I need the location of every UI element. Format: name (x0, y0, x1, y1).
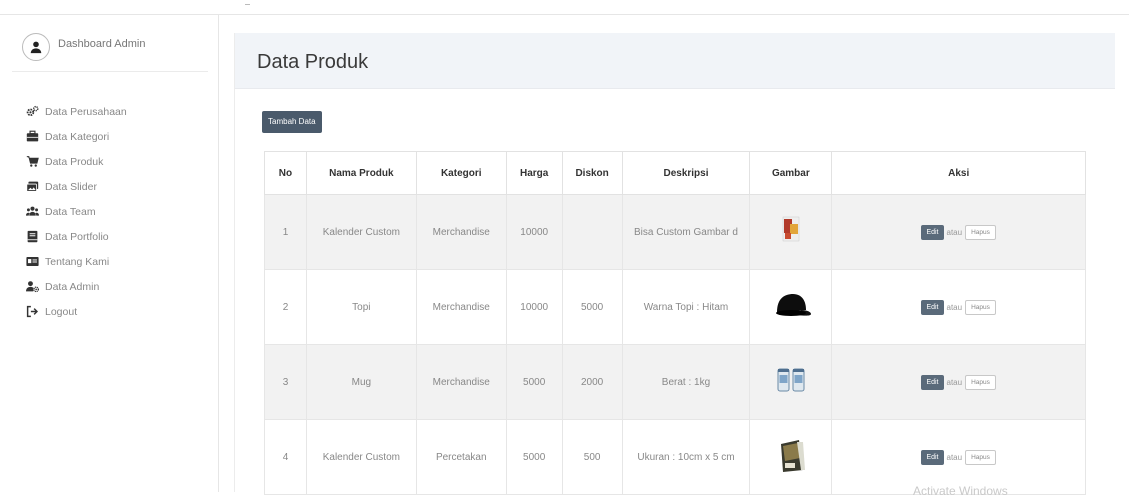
cell-nama-produk: Mug (305, 344, 417, 420)
column-header-deskripsi: Deskripsi (621, 151, 751, 195)
cell-diskon: 500 (561, 419, 623, 495)
cell-deskripsi: Berat : 1kg (621, 344, 751, 420)
sidebar-item-data-perusahaan[interactable]: Data Perusahaan (25, 99, 127, 124)
sidebar-item-label: Logout (45, 305, 78, 318)
sidebar-item-logout[interactable]: Logout (25, 299, 127, 324)
sidebar-item-label: Data Perusahaan (45, 105, 127, 118)
cell-kategori: Merchandise (415, 194, 507, 270)
cell-diskon: 5000 (561, 269, 623, 345)
cell-no: 4 (264, 419, 307, 495)
page-title: Data Produk (257, 51, 369, 73)
cell-no: 2 (264, 269, 307, 345)
table-header-row: No Nama Produk Kategori Harga Diskon Des… (264, 151, 1086, 195)
delete-button[interactable]: Hapus (965, 299, 996, 315)
column-header-nama-produk: Nama Produk (305, 151, 417, 195)
column-header-diskon: Diskon (561, 151, 623, 195)
desk-calendar-product-image (780, 439, 805, 472)
edit-button[interactable]: Edit (921, 299, 944, 315)
sidebar-title: Dashboard Admin (58, 38, 146, 50)
cell-deskripsi: Warna Topi : Hitam (621, 269, 751, 345)
cell-harga: 10000 (505, 269, 563, 345)
cell-diskon: 2000 (561, 344, 623, 420)
user-cog-icon (25, 280, 40, 294)
page-title-bar: Data Produk (235, 33, 1115, 89)
cell-gambar (749, 419, 833, 495)
sidebar-item-label: Data Admin (45, 280, 100, 293)
product-table: No Nama Produk Kategori Harga Diskon Des… (264, 151, 1086, 495)
sidebar-item-label: Data Portfolio (45, 230, 109, 243)
sidebar: Dashboard Admin Data Perusahaan Data Kat… (0, 15, 219, 492)
table-row: 3 Mug Merchandise 5000 2000 Berat : 1kg (264, 344, 1086, 420)
cell-harga: 10000 (505, 194, 563, 270)
cell-deskripsi: Bisa Custom Gambar d (621, 194, 751, 270)
edit-button[interactable]: Edit (921, 224, 944, 240)
atau-text: atau (946, 302, 963, 312)
top-bar-mark (245, 4, 250, 5)
sidebar-item-data-admin[interactable]: Data Admin (25, 274, 127, 299)
cell-aksi: Edit atau Hapus (831, 194, 1086, 270)
cell-kategori: Merchandise (415, 344, 507, 420)
activate-windows-watermark: Activate Windows (913, 484, 1008, 498)
cogs-icon (25, 105, 40, 119)
sidebar-item-label: Tentang Kami (45, 255, 110, 268)
table-row: 2 Topi Merchandise 10000 5000 Warna Topi… (264, 269, 1086, 345)
sign-out-icon (25, 305, 40, 319)
user-avatar-icon (22, 33, 50, 61)
cell-no: 1 (264, 194, 307, 270)
users-icon (25, 205, 40, 219)
cell-deskripsi: Ukuran : 10cm x 5 cm (621, 419, 751, 495)
atau-text: atau (946, 227, 963, 237)
cell-diskon (561, 194, 623, 270)
cell-no: 3 (264, 344, 307, 420)
images-icon (25, 180, 40, 194)
id-card-icon (25, 255, 40, 269)
column-header-no: No (264, 151, 307, 195)
sidebar-item-data-team[interactable]: Data Team (25, 199, 127, 224)
table-row: 1 Kalender Custom Merchandise 10000 Bisa… (264, 194, 1086, 270)
edit-button[interactable]: Edit (921, 449, 944, 465)
delete-button[interactable]: Hapus (965, 374, 996, 390)
sidebar-item-label: Data Slider (45, 180, 97, 193)
cell-nama-produk: Topi (305, 269, 417, 345)
cell-aksi: Edit atau Hapus (831, 269, 1086, 345)
column-header-harga: Harga (505, 151, 563, 195)
book-icon (25, 230, 40, 244)
sidebar-menu: Data Perusahaan Data Kategori Data Produ… (25, 99, 127, 324)
add-data-button[interactable]: Tambah Data (262, 111, 322, 133)
sidebar-item-label: Data Team (45, 205, 96, 218)
atau-text: atau (946, 452, 963, 462)
cell-aksi: Edit atau Hapus (831, 344, 1086, 420)
sidebar-item-label: Data Kategori (45, 130, 110, 143)
column-header-kategori: Kategori (415, 151, 507, 195)
cell-gambar (749, 344, 833, 420)
cell-harga: 5000 (505, 419, 563, 495)
cell-gambar (749, 269, 833, 345)
edit-button[interactable]: Edit (921, 374, 944, 390)
shopping-cart-icon (25, 155, 40, 169)
column-header-aksi: Aksi (831, 151, 1086, 195)
cell-harga: 5000 (505, 344, 563, 420)
sidebar-item-data-kategori[interactable]: Data Kategori (25, 124, 127, 149)
mug-product-image (777, 368, 805, 391)
main-content: Data Produk Tambah Data No Nama Produk K… (234, 33, 1115, 495)
cell-nama-produk: Kalender Custom (305, 419, 417, 495)
sidebar-item-label: Data Produk (45, 155, 104, 168)
cell-gambar (749, 194, 833, 270)
sidebar-header[interactable]: Dashboard Admin (12, 23, 208, 72)
delete-button[interactable]: Hapus (965, 224, 996, 240)
top-bar (0, 0, 1129, 15)
atau-text: atau (946, 377, 963, 387)
sidebar-item-data-produk[interactable]: Data Produk (25, 149, 127, 174)
delete-button[interactable]: Hapus (965, 449, 996, 465)
sidebar-item-data-slider[interactable]: Data Slider (25, 174, 127, 199)
briefcase-icon (25, 130, 40, 144)
cell-kategori: Merchandise (415, 269, 507, 345)
cap-product-image (775, 293, 811, 316)
cell-nama-produk: Kalender Custom (305, 194, 417, 270)
cell-kategori: Percetakan (415, 419, 507, 495)
sidebar-item-tentang-kami[interactable]: Tentang Kami (25, 249, 127, 274)
calendar-product-image (782, 216, 800, 241)
column-header-gambar: Gambar (749, 151, 833, 195)
sidebar-item-data-portfolio[interactable]: Data Portfolio (25, 224, 127, 249)
